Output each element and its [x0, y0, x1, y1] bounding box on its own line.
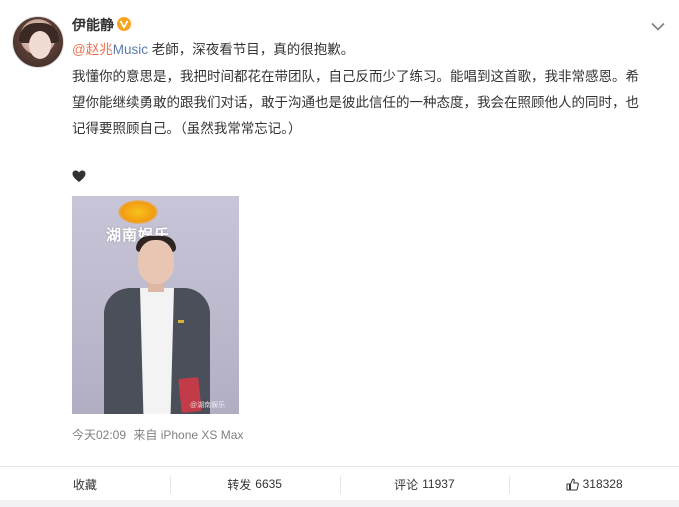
favorite-button[interactable]: 收藏 — [0, 467, 170, 501]
video-watermark: @湖南娱乐 — [190, 402, 226, 409]
post-text-segment: 老師，深夜看节目，真的很抱歉。 — [147, 42, 355, 57]
mention-link[interactable]: @赵兆 — [72, 42, 113, 57]
video-thumbnail[interactable]: 湖南娱乐 @湖南娱乐 — [72, 196, 239, 414]
favorite-label: 收藏 — [72, 477, 97, 492]
post-text-line-4: 记得要照顾自己。（虽然我常常忘记。） — [72, 121, 302, 136]
repost-label: 转发 — [227, 477, 252, 492]
comment-count: 11937 — [422, 477, 455, 491]
comment-button[interactable]: 评论 11937 — [339, 467, 510, 501]
like-button[interactable]: 318328 — [509, 467, 679, 501]
post-time[interactable]: 今天02:09 — [72, 428, 126, 442]
post-text-line-3: 望你能继续勇敢的跟我们对话，敢于沟通也是彼此信任的一种态度，我会在照顾他人的同时… — [72, 95, 639, 110]
post-meta: 今天02:09 来自 iPhone XS Max — [72, 426, 243, 443]
author-name[interactable]: 伊能静 — [72, 16, 114, 34]
channel-logo-icon — [118, 200, 158, 224]
repost-button[interactable]: 转发 6635 — [169, 467, 340, 501]
weibo-post: 伊能静 @赵兆Music 老師，深夜看节目，真的很抱歉。 我懂你的意思是，我把时… — [0, 0, 679, 507]
repost-count: 6635 — [255, 477, 282, 491]
author-avatar[interactable] — [12, 16, 64, 68]
action-bar: 收藏 转发 6635 评论 11937 318328 — [0, 466, 679, 501]
like-count: 318328 — [582, 477, 623, 491]
post-text-line-1: @赵兆Music 老師，深夜看节目，真的很抱歉。 — [72, 40, 354, 60]
mention-link-suffix[interactable]: Music — [113, 42, 148, 57]
post-source: 来自 iPhone XS Max — [133, 428, 244, 442]
heart-icon — [72, 170, 86, 183]
post-text-line-2: 我懂你的意思是，我把时间都花在带团队，自己反而少了练习。能唱到这首歌，我非常感恩… — [72, 69, 639, 84]
feed-divider — [0, 500, 679, 507]
thumbs-up-icon — [566, 478, 579, 490]
chevron-down-icon[interactable] — [650, 20, 666, 32]
verified-badge-icon — [117, 17, 131, 31]
comment-label: 评论 — [394, 477, 419, 492]
